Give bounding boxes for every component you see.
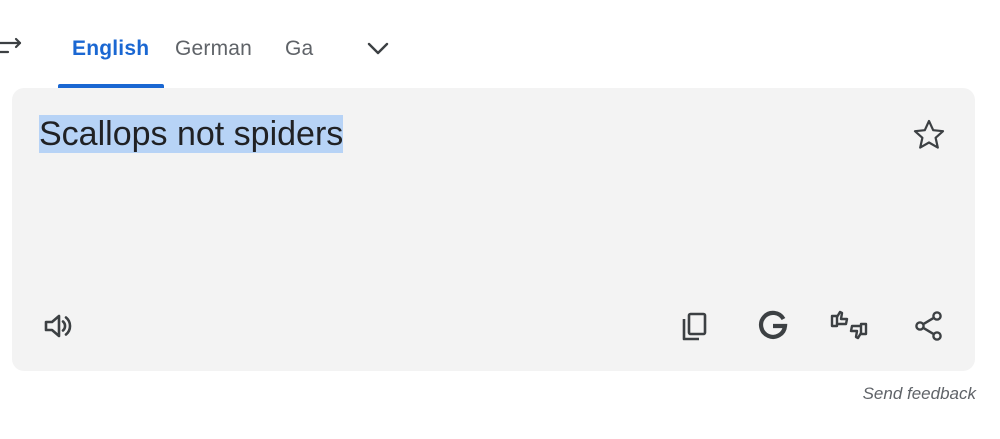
star-icon[interactable]	[910, 116, 948, 154]
share-icon[interactable]	[909, 306, 949, 346]
translation-output[interactable]: Scallops not spiders	[39, 113, 344, 155]
thumbs-rate-icon[interactable]	[829, 306, 869, 346]
tab-ga[interactable]: Ga	[285, 36, 313, 66]
google-icon[interactable]	[753, 306, 793, 346]
copy-icon[interactable]	[674, 306, 714, 346]
tab-german[interactable]: German	[175, 36, 252, 66]
translation-panel: Scallops not spiders	[12, 88, 975, 371]
selected-translation-text[interactable]: Scallops not spiders	[39, 115, 344, 153]
tab-english[interactable]: English	[72, 36, 149, 66]
language-bar: English German Ga	[0, 0, 1000, 88]
speaker-icon[interactable]	[38, 306, 78, 346]
chevron-down-icon[interactable]	[364, 35, 392, 63]
swap-languages-icon[interactable]	[0, 36, 24, 60]
send-feedback-link[interactable]: Send feedback	[863, 384, 976, 404]
